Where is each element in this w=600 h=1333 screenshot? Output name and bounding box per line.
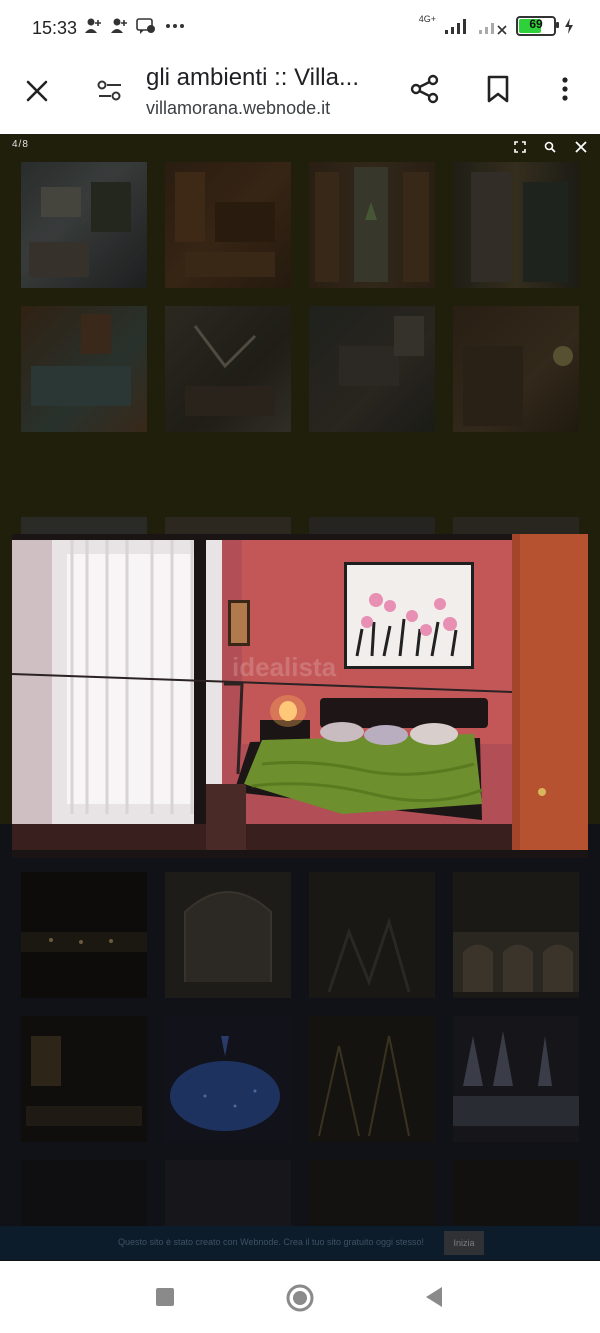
gallery-thumbnail[interactable]: [453, 1016, 579, 1142]
signal-no-service-icon: [479, 23, 507, 35]
start-button[interactable]: Inizia: [444, 1231, 484, 1255]
signal-icon: [445, 19, 466, 34]
gallery-thumbnail[interactable]: [165, 1016, 291, 1142]
person-add-icon: [85, 18, 101, 33]
gallery-thumbnail[interactable]: [165, 306, 291, 432]
page-title[interactable]: gli ambienti :: Villa...: [146, 64, 396, 92]
battery-icon: 69: [516, 16, 559, 36]
system-navigation-bar: [0, 1261, 600, 1333]
gallery-thumbnail[interactable]: [309, 872, 435, 998]
notification-icons: [84, 17, 186, 35]
gallery-thumbnail[interactable]: [453, 162, 579, 288]
gallery-thumbnail[interactable]: [309, 517, 435, 535]
lightbox-photo[interactable]: idealista: [12, 534, 588, 858]
close-icon[interactable]: [22, 76, 52, 106]
gallery-thumbnail[interactable]: [21, 306, 147, 432]
browser-app-bar: gli ambienti :: Villa... villamorana.web…: [0, 56, 600, 134]
gallery-thumbnail[interactable]: [453, 306, 579, 432]
web-page-content: 4/8 idealista: [0, 134, 600, 1261]
gallery-thumbnail[interactable]: [21, 517, 147, 535]
photo-watermark: idealista: [232, 652, 337, 682]
back-icon[interactable]: [424, 1286, 444, 1308]
more-dots-icon: [166, 24, 184, 28]
system-icons: 4G+ 69: [418, 14, 574, 36]
more-vert-icon[interactable]: [552, 74, 578, 104]
bookmark-icon[interactable]: [484, 74, 512, 104]
share-icon[interactable]: [408, 72, 442, 106]
gallery-thumbnail[interactable]: [453, 872, 579, 998]
gallery-thumbnail[interactable]: [21, 162, 147, 288]
fullscreen-icon[interactable]: [514, 141, 526, 153]
gallery-thumbnail[interactable]: [21, 872, 147, 998]
page-url[interactable]: villamorana.webnode.it: [146, 98, 330, 119]
webnode-banner: Questo sito è stato creato con Webnode. …: [0, 1226, 600, 1260]
battery-percent: 69: [529, 17, 543, 31]
gallery-thumbnail[interactable]: [309, 1016, 435, 1142]
chat-icon: [136, 18, 155, 34]
home-icon[interactable]: [285, 1283, 315, 1313]
charging-bolt-icon: [565, 18, 573, 34]
banner-message[interactable]: Questo sito è stato creato con Webnode. …: [118, 1237, 424, 1247]
person-add-icon: [111, 18, 127, 33]
lightbox-counter: 4/8: [12, 139, 29, 150]
lightbox-close-icon[interactable]: [575, 141, 587, 153]
status-time: 15:33: [32, 18, 78, 38]
gallery-thumbnail[interactable]: [309, 306, 435, 432]
network-type: 4G+: [418, 14, 436, 24]
page-settings-icon[interactable]: [96, 78, 124, 104]
gallery-thumbnail[interactable]: [165, 872, 291, 998]
gallery-thumbnail[interactable]: [309, 162, 435, 288]
recent-apps-icon[interactable]: [155, 1287, 175, 1307]
gallery-thumbnail[interactable]: [453, 517, 579, 535]
gallery-thumbnail[interactable]: [165, 162, 291, 288]
status-bar: 15:33 4G+ 69: [0, 0, 600, 56]
zoom-icon[interactable]: [544, 141, 556, 153]
gallery-thumbnail[interactable]: [165, 517, 291, 535]
gallery-thumbnail[interactable]: [21, 1016, 147, 1142]
